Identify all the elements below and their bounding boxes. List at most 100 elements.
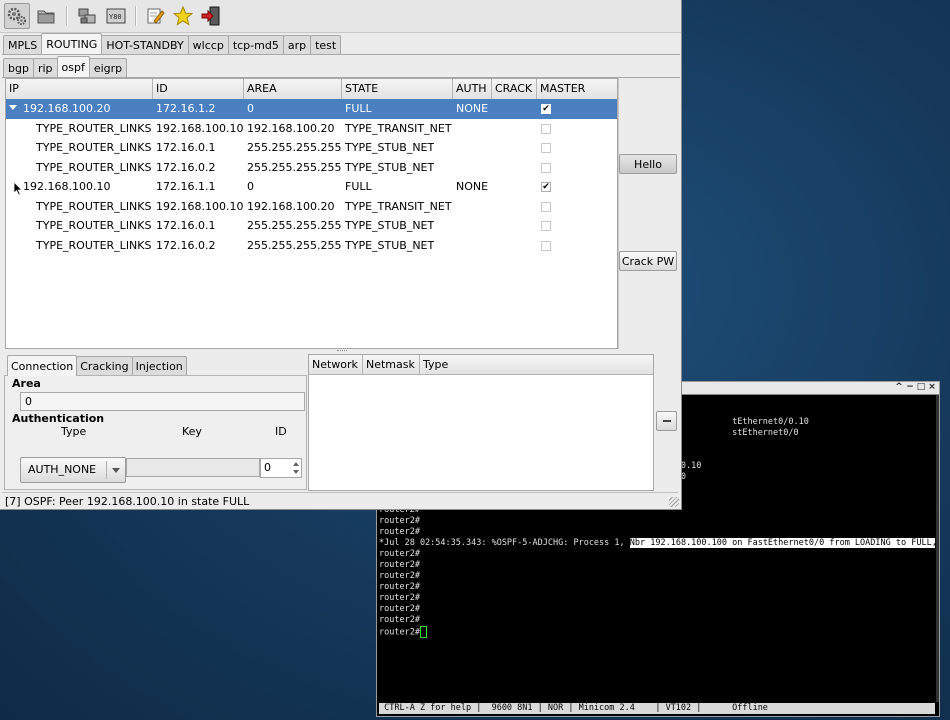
action-panel <box>618 78 679 349</box>
gears-icon[interactable] <box>4 3 30 29</box>
column-master[interactable]: MASTER <box>537 79 617 99</box>
tab-mpls[interactable]: MPLS <box>3 35 43 54</box>
ospf-neighbors-table[interactable]: IP ID AREA STATE AUTH CRACK MASTER 192.168.100… <box>5 78 618 349</box>
spin-down-icon[interactable] <box>293 470 299 474</box>
column-id[interactable]: ID <box>153 79 244 99</box>
terminal-line: router2# <box>379 516 935 527</box>
tab-arp[interactable]: arp <box>282 35 312 54</box>
authentication-label: Authentication <box>12 412 105 425</box>
tab-connection[interactable]: Connection <box>7 355 78 376</box>
tab-wlccp[interactable]: wlccp <box>187 35 229 54</box>
tab-routing[interactable]: ROUTING <box>41 33 103 54</box>
key-field[interactable] <box>126 458 260 477</box>
chevron-down-icon[interactable] <box>106 461 125 479</box>
master-checkbox[interactable]: ✔ <box>541 104 551 114</box>
exit-icon[interactable] <box>198 3 224 29</box>
terminal-line: router2# <box>379 582 935 593</box>
hello-button[interactable]: Hello <box>619 154 677 174</box>
tab-tcp-md5[interactable]: tcp-md5 <box>227 35 284 54</box>
cell-id: 192.168.100.10 <box>156 121 244 135</box>
crack-pw-button[interactable]: Crack PW <box>619 251 677 271</box>
router-link-row[interactable]: TYPE_ROUTER_LINKS 172.16.0.1 255.255.255.2… <box>6 216 617 236</box>
terminal-line-text: router2# <box>379 627 420 638</box>
terminal-scrollbar[interactable] <box>936 395 939 702</box>
terminal-cursor <box>419 626 427 638</box>
router-link-row[interactable]: TYPE_ROUTER_LINKS 172.16.0.2 255.255.255.2… <box>6 158 617 178</box>
cell-id: 172.16.1.1 <box>156 180 216 193</box>
terminal-line-text: router2# <box>379 604 420 614</box>
config-tabs: Connection Cracking Injection <box>7 355 187 376</box>
master-checkbox[interactable] <box>541 240 551 251</box>
cell-auth: NONE <box>456 180 489 193</box>
tab-injection[interactable]: Injection <box>131 356 187 375</box>
router-link-row[interactable]: TYPE_ROUTER_LINKS 172.16.0.1 255.255.255.2… <box>6 138 617 158</box>
cell-state: TYPE_STUB_NET <box>345 160 435 174</box>
column-state[interactable]: STATE <box>342 79 453 99</box>
cell-ip: TYPE_ROUTER_LINKS <box>36 141 152 154</box>
expander-icon[interactable] <box>9 105 17 110</box>
terminal-line: router2# <box>379 593 935 604</box>
column-network[interactable]: Network <box>309 355 363 375</box>
master-checkbox[interactable] <box>541 143 551 153</box>
tab-ospf[interactable]: ospf <box>56 56 90 77</box>
cell-area: 0 <box>247 102 254 115</box>
close-icon[interactable]: × <box>927 382 937 393</box>
minimize-icon[interactable]: − <box>905 382 915 393</box>
maximize-icon[interactable]: □ <box>916 382 926 393</box>
network-icon[interactable] <box>74 3 100 29</box>
master-checkbox[interactable] <box>541 162 551 173</box>
resize-grip[interactable] <box>669 497 679 507</box>
tab-test[interactable]: test <box>310 35 342 54</box>
neighbor-row[interactable]: 192.168.100.10 172.16.1.1 0 FULL NONE ✔ <box>6 177 617 197</box>
star-icon[interactable] <box>170 3 196 29</box>
terminal-line-text: router2# <box>379 571 420 581</box>
tab-eigrp[interactable]: eigrp <box>88 58 128 77</box>
neighbor-row[interactable]: 192.168.100.20 172.16.1.2 0 FULL NONE ✔ <box>6 99 617 119</box>
cell-id: 172.16.0.1 <box>156 141 216 154</box>
remove-network-button[interactable] <box>656 411 677 431</box>
tab-rip[interactable]: rip <box>32 58 58 77</box>
master-checkbox[interactable] <box>541 221 551 231</box>
terminal-line-text: router2# <box>379 527 420 537</box>
tab-hot-standby[interactable]: HOT-STANDBY <box>101 35 189 54</box>
auth-type-select[interactable]: AUTH_NONE <box>20 457 126 483</box>
spin-up-icon[interactable] <box>293 462 299 466</box>
master-checkbox[interactable] <box>541 123 551 134</box>
master-checkbox[interactable] <box>541 201 551 212</box>
cell-state: TYPE_TRANSIT_NET <box>345 121 452 135</box>
shade-icon[interactable]: ^ <box>894 382 904 393</box>
cell-state: FULL <box>345 180 372 193</box>
column-area[interactable]: AREA <box>244 79 342 99</box>
terminal-line: router2# <box>379 571 935 582</box>
column-crack[interactable]: CRACK <box>492 79 537 99</box>
area-field[interactable]: 0 <box>20 392 305 411</box>
cell-id: 172.16.0.2 <box>156 238 216 252</box>
type-label: Type <box>61 425 87 438</box>
cell-ip: TYPE_ROUTER_LINKS <box>36 219 152 232</box>
cell-state: TYPE_STUB_NET <box>345 141 435 154</box>
cell-ip: TYPE_ROUTER_LINKS <box>36 238 152 252</box>
column-ip[interactable]: IP <box>6 79 153 99</box>
column-netmask[interactable]: Netmask <box>363 355 420 375</box>
cell-area: 255.255.255.255 <box>247 141 342 154</box>
column-auth[interactable]: AUTH <box>453 79 492 99</box>
terminal-line: router2# <box>379 615 935 626</box>
terminal-line-text: router2# <box>379 582 420 592</box>
tab-bgp[interactable]: bgp <box>3 58 34 77</box>
cell-state: FULL <box>345 102 372 115</box>
edit-icon[interactable] <box>142 3 168 29</box>
hex-dump-icon[interactable]: Y80 <box>103 3 129 29</box>
column-type[interactable]: Type <box>420 355 653 375</box>
cell-id: 172.16.0.2 <box>156 160 216 174</box>
router-link-row[interactable]: TYPE_ROUTER_LINKS 192.168.100.10 192.168.1… <box>6 119 617 139</box>
id-spinbox[interactable]: 0 <box>260 458 302 478</box>
cell-auth: NONE <box>456 102 489 115</box>
network-table[interactable]: Network Netmask Type <box>308 354 654 491</box>
folder-icon[interactable] <box>33 3 59 29</box>
router-link-row[interactable]: TYPE_ROUTER_LINKS 172.16.0.2 255.255.255.2… <box>6 236 617 256</box>
tab-cracking[interactable]: Cracking <box>76 356 133 375</box>
cell-id: 192.168.100.10 <box>156 199 244 213</box>
terminal-line-text: router2# <box>379 516 420 526</box>
master-checkbox[interactable]: ✔ <box>541 182 551 192</box>
router-link-row[interactable]: TYPE_ROUTER_LINKS 192.168.100.10 192.168.1… <box>6 197 617 217</box>
